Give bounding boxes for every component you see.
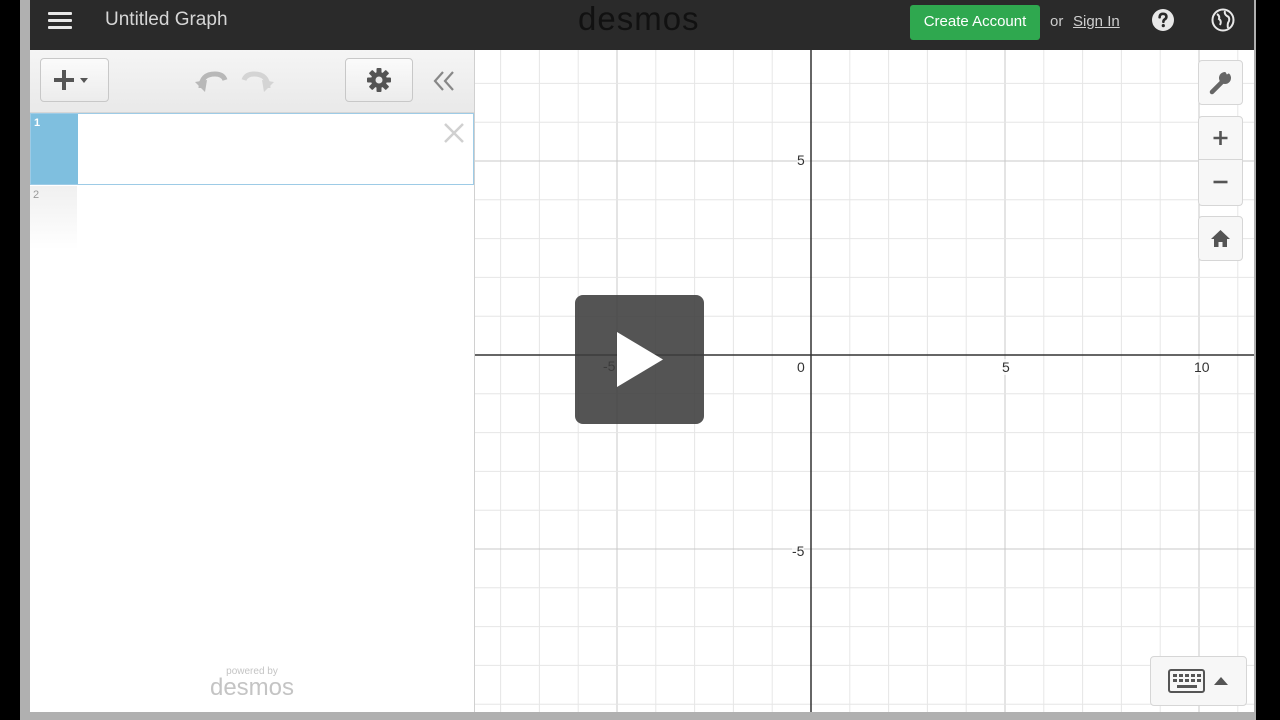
x-tick-label: 10	[1194, 359, 1210, 375]
create-account-button[interactable]: Create Account	[910, 5, 1040, 40]
question-icon[interactable]	[1151, 8, 1175, 32]
row-number: 2	[33, 189, 40, 201]
zoom-out-button[interactable]	[1198, 160, 1243, 206]
row-number: 1	[34, 117, 41, 129]
plus-dropdown-icon	[54, 70, 88, 90]
or-text: or	[1050, 13, 1064, 30]
row-gutter: 2	[30, 186, 77, 250]
plus-icon	[1213, 131, 1228, 145]
keyboard-icon	[1168, 669, 1228, 693]
expression-list: 1 2 powered by desmos	[30, 50, 475, 712]
wrench-icon	[1209, 68, 1232, 95]
graph-title[interactable]: Untitled Graph	[105, 9, 228, 31]
video-play-button[interactable]	[575, 295, 704, 424]
expression-input[interactable]	[86, 202, 426, 232]
home-icon	[1211, 230, 1230, 247]
zoom-in-button[interactable]	[1198, 116, 1243, 160]
expression-row[interactable]: 2	[30, 186, 474, 250]
row-gutter: 1	[31, 114, 78, 184]
add-item-button[interactable]	[40, 58, 109, 102]
minus-icon	[1213, 180, 1228, 184]
expression-row[interactable]: 1	[30, 113, 474, 185]
gear-icon	[367, 68, 391, 92]
undo-icon[interactable]	[195, 68, 229, 94]
globe-icon[interactable]	[1211, 8, 1235, 32]
y-tick-label: -5	[792, 543, 805, 559]
hamburger-menu-button[interactable]	[46, 8, 74, 36]
redo-icon[interactable]	[240, 68, 274, 94]
graph-settings-button[interactable]	[1198, 60, 1243, 105]
expression-toolbar	[30, 50, 474, 113]
powered-by-logo[interactable]: desmos	[30, 674, 474, 702]
x-tick-label: 5	[1002, 359, 1010, 375]
origin-tick-label: 0	[797, 359, 805, 375]
y-tick-label: 5	[797, 152, 805, 168]
sign-in-link[interactable]: Sign In	[1073, 13, 1120, 30]
default-viewport-button[interactable]	[1198, 216, 1243, 261]
expression-input[interactable]	[87, 134, 427, 164]
play-icon	[617, 332, 663, 387]
brand-logo: desmos	[578, 0, 700, 37]
double-chevron-left-icon[interactable]	[432, 70, 456, 92]
close-icon[interactable]	[443, 122, 465, 144]
keypad-toggle-button[interactable]	[1150, 656, 1247, 706]
top-bar: Untitled Graph desmos Create Account or …	[30, 0, 1254, 50]
settings-button[interactable]	[345, 58, 413, 102]
